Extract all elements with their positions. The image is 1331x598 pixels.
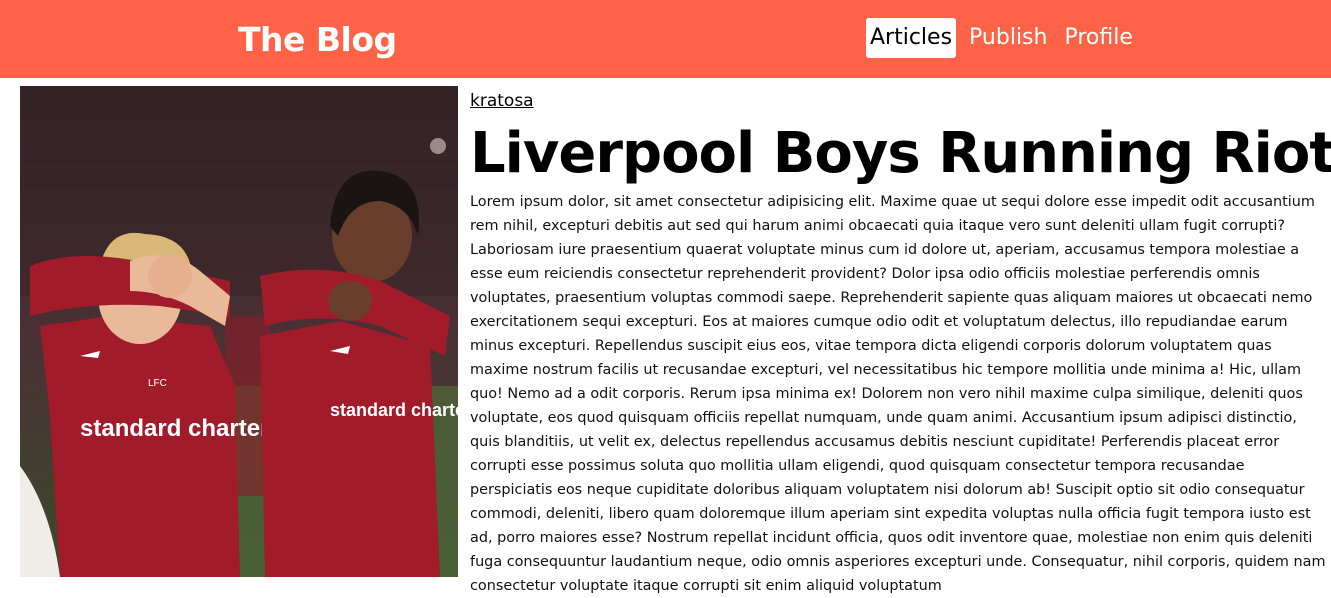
article-body: Lorem ipsum dolor, sit amet consectetur … <box>470 194 1326 594</box>
article-title: Liverpool Boys Running Riot <box>470 121 1331 186</box>
nav-links: Articles Publish Profile <box>866 18 1146 58</box>
author-link[interactable]: kratosa <box>470 88 534 114</box>
nav-profile-link[interactable]: Profile <box>1060 18 1136 58</box>
sponsor-text-2: standard chartered <box>330 400 458 420</box>
article-image: standard chartered LFC standard chartere… <box>20 86 458 577</box>
brand-logo[interactable]: The Blog <box>238 18 397 62</box>
crest-text: LFC <box>148 378 167 389</box>
football-players-photo-icon: standard chartered LFC standard chartere… <box>20 86 458 577</box>
nav-publish-link[interactable]: Publish <box>965 18 1051 58</box>
top-navbar: The Blog Articles Publish Profile <box>0 0 1331 78</box>
article-content: kratosa Liverpool Boys Running Riot Lore… <box>470 88 1331 598</box>
nav-articles-link[interactable]: Articles <box>866 18 957 58</box>
